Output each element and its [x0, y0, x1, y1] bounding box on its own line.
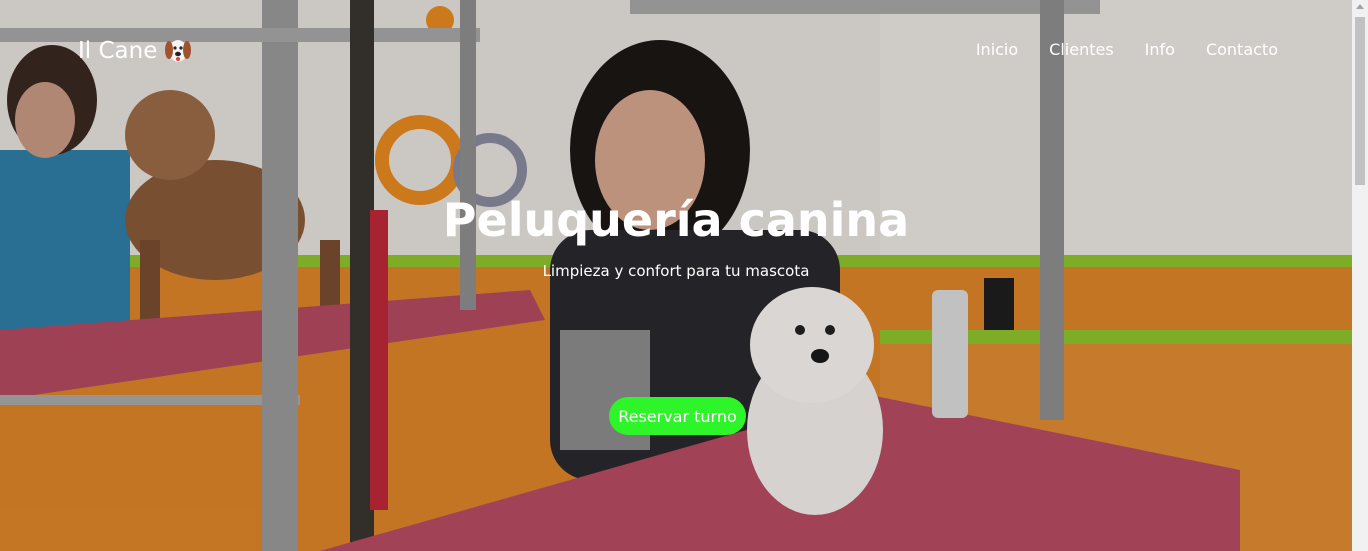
hero-subtitle: Limpieza y confort para tu mascota: [542, 262, 810, 280]
scroll-up-arrow-icon[interactable]: [1356, 4, 1364, 9]
page-scrollbar[interactable]: [1352, 0, 1368, 551]
top-navbar: Il Cane Inicio Clientes Info Contacto: [0, 0, 1352, 100]
nav-link-inicio[interactable]: Inicio: [976, 40, 1018, 59]
nav-link-info[interactable]: Info: [1145, 40, 1175, 59]
dog-face-icon: [165, 40, 192, 62]
hero-section: Il Cane Inicio Clientes Info Contacto Pe…: [0, 0, 1352, 551]
reserve-appointment-button[interactable]: Reservar turno: [609, 397, 746, 435]
brand-name: Il Cane: [78, 38, 158, 64]
nav-link-clientes[interactable]: Clientes: [1049, 40, 1114, 59]
hero-title: Peluquería canina: [442, 193, 910, 247]
main-menu: Inicio Clientes Info Contacto: [976, 40, 1278, 59]
nav-link-contacto[interactable]: Contacto: [1206, 40, 1278, 59]
scrollbar-thumb[interactable]: [1355, 17, 1365, 185]
brand-logo[interactable]: Il Cane: [78, 36, 193, 66]
